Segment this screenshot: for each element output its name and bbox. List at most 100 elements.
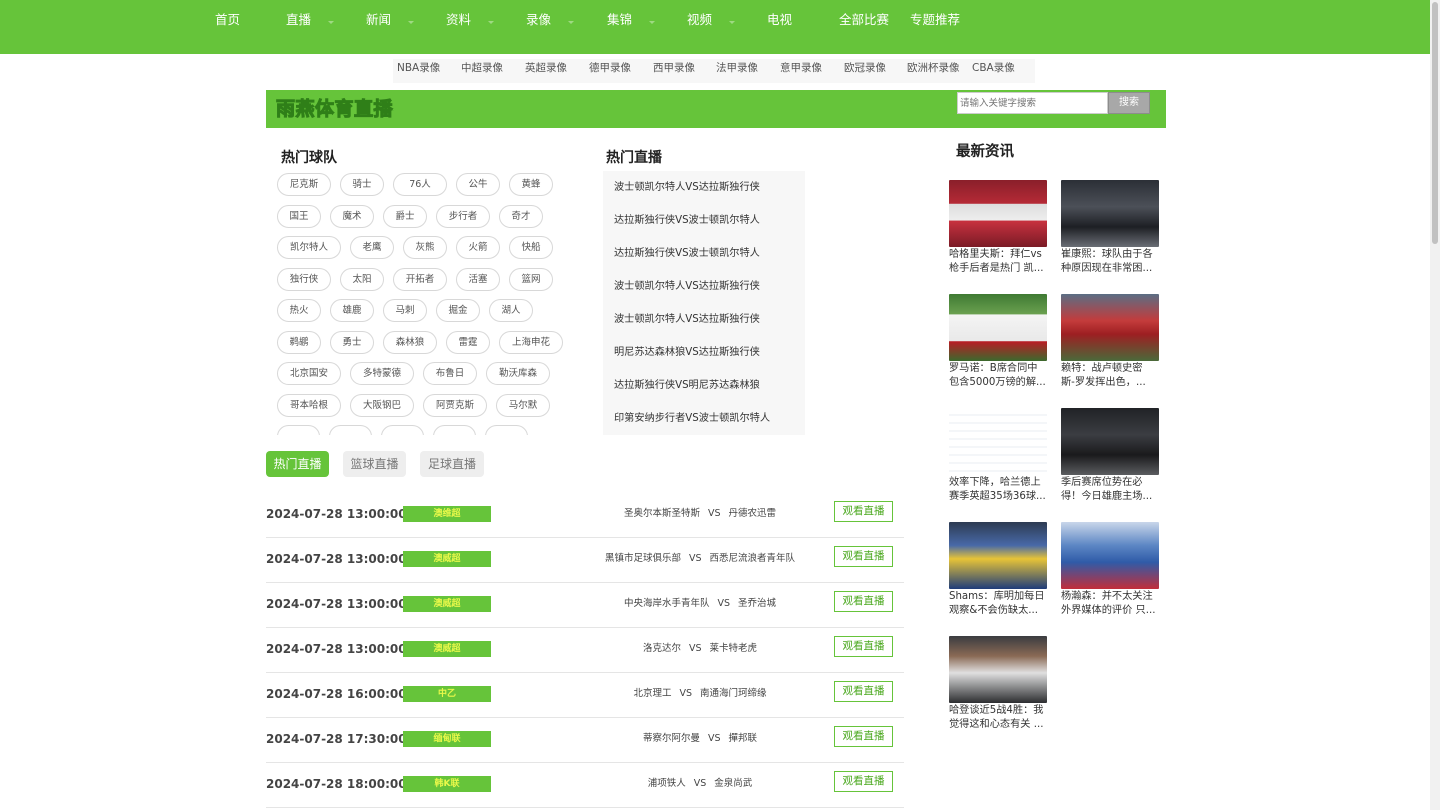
subnav-link[interactable]: CBA录像	[972, 61, 1015, 75]
nav-item-9[interactable]: 专题推荐	[910, 12, 960, 28]
nav-item-2[interactable]: 新闻	[366, 12, 391, 28]
hot-live-item[interactable]: 波士顿凯尔特人VS达拉斯独行侠	[614, 181, 760, 195]
news-photo[interactable]	[1061, 522, 1159, 589]
news-photo[interactable]	[1061, 294, 1159, 361]
hot-live-item[interactable]: 达拉斯独行侠VS波士顿凯尔特人	[614, 247, 760, 261]
news-caption[interactable]: Shams：库明加每日 观察&不会伤缺太...	[949, 590, 1047, 618]
team-tag[interactable]: 火箭	[456, 236, 500, 259]
team-tag[interactable]: 步行者	[436, 204, 490, 228]
team-tag[interactable]: 活塞	[456, 267, 500, 291]
team-tag[interactable]: 公牛	[456, 173, 500, 196]
site-logo[interactable]: 雨燕体育直播	[275, 98, 393, 121]
subnav-link[interactable]: NBA录像	[397, 61, 440, 75]
team-tag-clipped[interactable]	[329, 425, 372, 435]
news-caption[interactable]: 赖特：战卢顿史密 斯-罗发挥出色，...	[1061, 362, 1159, 390]
team-tag[interactable]: 雷霆	[446, 330, 490, 354]
news-card[interactable]: 哈登谈近5战4胜：我 觉得这和心态有关 ...	[949, 636, 1049, 732]
team-tag[interactable]: 北京国安	[277, 362, 341, 385]
news-card[interactable]: Shams：库明加每日 观察&不会伤缺太...	[949, 522, 1049, 618]
news-card[interactable]: 罗马诺：B席合同中 包含5000万镑的解...	[949, 294, 1049, 390]
subnav-link[interactable]: 法甲录像	[716, 61, 758, 75]
team-tag[interactable]: 马尔默	[496, 393, 550, 417]
team-tag[interactable]: 马刺	[383, 299, 427, 322]
subnav-link[interactable]: 西甲录像	[653, 61, 695, 75]
team-tag[interactable]: 上海申花	[499, 330, 563, 354]
hot-live-item[interactable]: 波士顿凯尔特人VS达拉斯独行侠	[614, 313, 760, 327]
news-caption[interactable]: 哈格里夫斯：拜仁vs 枪手后者是热门 凯...	[949, 248, 1047, 276]
team-tag[interactable]: 篮网	[509, 267, 553, 291]
watch-live-button[interactable]: 观看直播	[834, 501, 893, 522]
team-tag[interactable]: 阿贾克斯	[423, 393, 487, 417]
team-tag[interactable]: 掘金	[436, 299, 480, 322]
news-photo[interactable]	[949, 408, 1047, 475]
nav-item-1[interactable]: 直播	[286, 12, 311, 28]
nav-item-5[interactable]: 集锦	[607, 12, 632, 28]
nav-item-8[interactable]: 全部比赛	[839, 12, 889, 28]
news-photo[interactable]	[949, 522, 1047, 589]
team-tag[interactable]: 老鹰	[350, 236, 394, 259]
nav-item-7[interactable]: 电视	[767, 12, 792, 28]
team-tag[interactable]: 独行侠	[277, 267, 331, 291]
nav-item-0[interactable]: 首页	[215, 12, 240, 28]
watch-live-button[interactable]: 观看直播	[834, 591, 893, 612]
hot-live-item[interactable]: 波士顿凯尔特人VS达拉斯独行侠	[614, 280, 760, 294]
news-caption[interactable]: 效率下降，哈兰德上 赛季英超35场36球...	[949, 476, 1047, 504]
team-tag[interactable]: 雄鹿	[330, 299, 374, 322]
news-card[interactable]: 哈格里夫斯：拜仁vs 枪手后者是热门 凯...	[949, 180, 1049, 276]
watch-live-button[interactable]: 观看直播	[834, 726, 893, 747]
team-tag[interactable]: 黄蜂	[509, 173, 553, 196]
watch-live-button[interactable]: 观看直播	[834, 681, 893, 702]
team-tag[interactable]: 灰熊	[403, 236, 447, 259]
team-tag-clipped[interactable]	[277, 425, 320, 435]
hot-teams-list[interactable]: 尼克斯 骑士 76人 公牛 黄蜂 国王 魔术 爵士 步行者 奇才 凯尔特人 老鹰 灰熊 火箭 快船 独行侠 太阳…	[270, 170, 580, 435]
search-button[interactable]: 搜索	[1108, 92, 1150, 114]
news-caption[interactable]: 杨瀚森：并不太关注 外界媒体的评价 只...	[1061, 590, 1159, 618]
news-caption[interactable]: 季后赛席位势在必 得！今日雄鹿主场...	[1061, 476, 1159, 504]
watch-live-button[interactable]: 观看直播	[834, 546, 893, 567]
team-tag[interactable]: 湖人	[489, 299, 533, 322]
subnav-link[interactable]: 中超录像	[461, 61, 503, 75]
team-tag[interactable]: 奇才	[499, 204, 543, 228]
team-tag[interactable]: 太阳	[340, 267, 384, 291]
team-tag[interactable]: 多特蒙德	[350, 362, 414, 385]
news-card[interactable]: 杨瀚森：并不太关注 外界媒体的评价 只...	[1061, 522, 1161, 618]
team-tag[interactable]: 爵士	[383, 204, 427, 228]
tab-basketball[interactable]: 篮球直播	[343, 451, 406, 477]
team-tag[interactable]: 勇士	[330, 330, 374, 354]
team-tag[interactable]: 尼克斯	[277, 173, 331, 196]
team-tag[interactable]: 布鲁日	[423, 362, 477, 385]
team-tag[interactable]: 热火	[277, 299, 321, 322]
team-tag[interactable]: 国王	[277, 204, 321, 228]
hot-live-item[interactable]: 印第安纳步行者VS波士顿凯尔特人	[614, 412, 770, 426]
news-caption[interactable]: 崔康熙：球队由于各 种原因现在非常困...	[1061, 248, 1159, 276]
team-tag[interactable]: 魔术	[330, 204, 374, 228]
subnav-link[interactable]: 德甲录像	[589, 61, 631, 75]
team-tag[interactable]: 凯尔特人	[277, 236, 341, 259]
news-card[interactable]: 季后赛席位势在必 得！今日雄鹿主场...	[1061, 408, 1161, 504]
team-tag[interactable]: 鹈鹕	[277, 330, 321, 354]
team-tag-clipped[interactable]	[433, 425, 476, 435]
news-card[interactable]: 崔康熙：球队由于各 种原因现在非常困...	[1061, 180, 1161, 276]
news-card[interactable]: 赖特：战卢顿史密 斯-罗发挥出色，...	[1061, 294, 1161, 390]
nav-item-4[interactable]: 录像	[526, 12, 551, 28]
team-tag[interactable]: 76人	[393, 173, 447, 196]
news-caption[interactable]: 罗马诺：B席合同中 包含5000万镑的解...	[949, 362, 1047, 390]
page-scrollbar[interactable]	[1430, 0, 1440, 810]
subnav-link[interactable]: 欧冠录像	[844, 61, 886, 75]
news-photo[interactable]	[1061, 180, 1159, 247]
team-tag-clipped[interactable]	[485, 425, 528, 435]
search-input[interactable]	[957, 92, 1108, 114]
subnav-link[interactable]: 意甲录像	[780, 61, 822, 75]
team-tag[interactable]: 骑士	[340, 173, 384, 196]
hot-live-item[interactable]: 达拉斯独行侠VS波士顿凯尔特人	[614, 214, 760, 228]
news-photo[interactable]	[949, 294, 1047, 361]
team-tag[interactable]: 大阪钢巴	[350, 393, 414, 417]
team-tag-clipped[interactable]	[381, 425, 424, 435]
tab-hot[interactable]: 热门直播	[266, 451, 329, 477]
team-tag[interactable]: 哥本哈根	[277, 393, 341, 417]
watch-live-button[interactable]: 观看直播	[834, 636, 893, 657]
hot-live-item[interactable]: 达拉斯独行侠VS明尼苏达森林狼	[614, 379, 760, 393]
team-tag[interactable]: 勒沃库森	[486, 362, 550, 385]
subnav-link[interactable]: 欧洲杯录像	[907, 61, 960, 75]
watch-live-button[interactable]: 观看直播	[834, 771, 893, 792]
